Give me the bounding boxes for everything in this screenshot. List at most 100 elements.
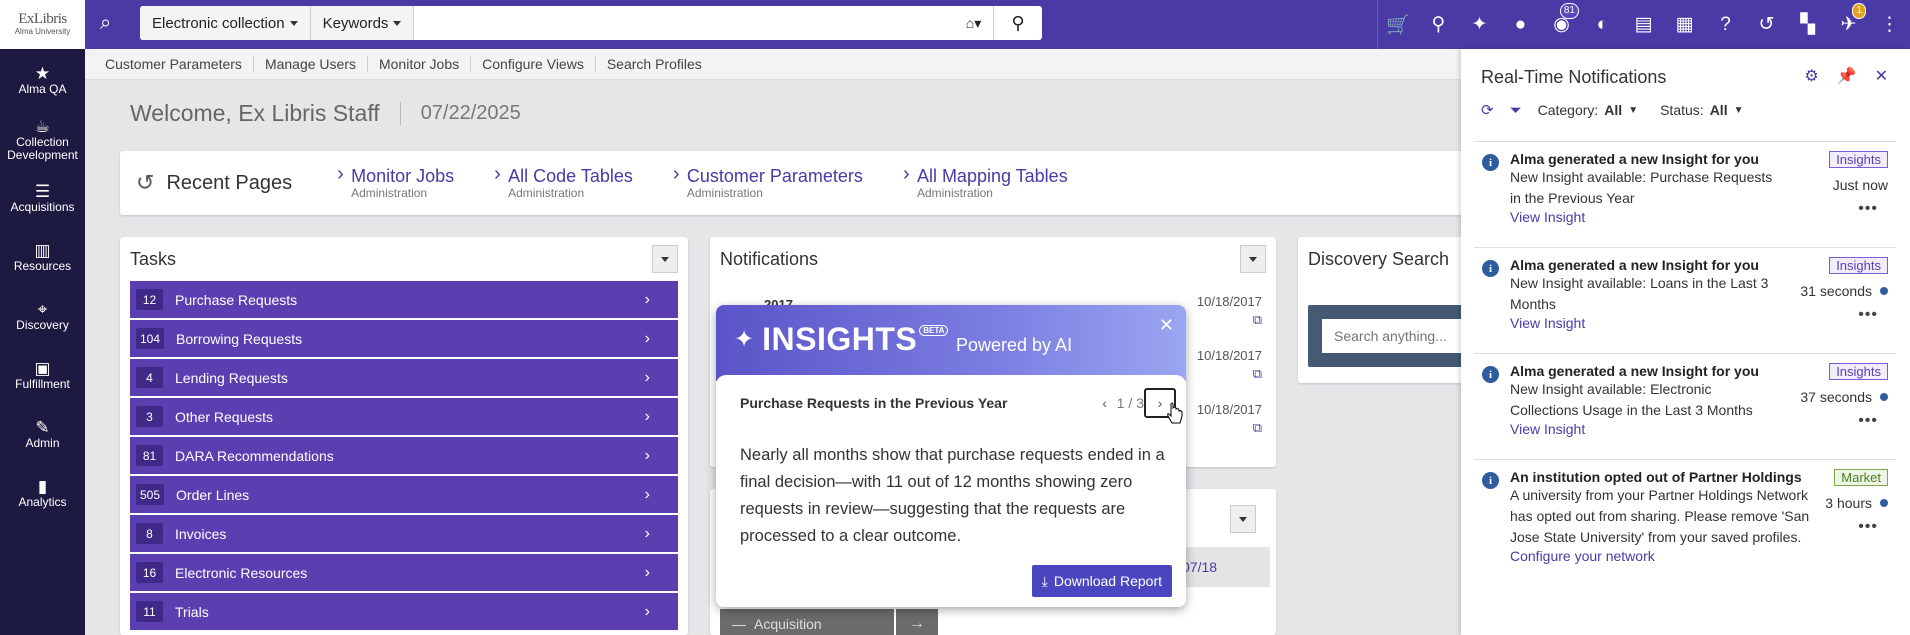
quick-link-search-profiles[interactable]: Search Profiles — [596, 56, 713, 72]
view-insight-link[interactable]: View Insight — [1510, 209, 1896, 225]
chevron-right-icon: › — [644, 368, 650, 386]
close-icon[interactable]: ✕ — [1875, 66, 1888, 86]
tasks-icon[interactable]: ◉ 81 — [1541, 0, 1582, 49]
insight-text: Nearly all months show that purchase req… — [740, 446, 1165, 545]
task-row[interactable]: 505 Order Lines › — [130, 476, 678, 513]
sidebar-item-alma-qa[interactable]: ★ Alma QA — [0, 52, 85, 111]
widget-menu-button[interactable] — [1230, 505, 1256, 533]
more-options-icon[interactable]: ••• — [1858, 518, 1878, 536]
more-options-icon[interactable]: ••• — [1858, 306, 1878, 324]
chevron-down-icon[interactable]: ▼ — [1628, 105, 1638, 116]
analytics-icon: ▮ — [37, 477, 48, 496]
insight-page-indicator: 1 / 3 — [1116, 395, 1144, 411]
ai-sparkle-icon[interactable]: ✦ — [1459, 0, 1500, 49]
user-icon[interactable]: ● — [1500, 0, 1541, 49]
insights-body: Purchase Requests in the Previous Year ‹… — [716, 375, 1186, 607]
sidebar-item-resources[interactable]: ▥ Resources — [0, 229, 85, 288]
notification-row: 10/18/2017 ⧉ — [1196, 294, 1262, 329]
sidebar-item-admin[interactable]: ✎ Admin — [0, 406, 85, 465]
sidebar-item-analytics[interactable]: ▮ Analytics — [0, 465, 85, 524]
acquisition-arrow-button[interactable]: → — [896, 609, 938, 635]
external-link-icon[interactable]: ⧉ — [1197, 419, 1262, 437]
books-icon: ▥ — [34, 241, 51, 260]
view-insight-link[interactable]: View Insight — [1510, 315, 1896, 331]
search-field-dropdown[interactable]: Keywords — [310, 6, 415, 40]
pin-icon[interactable]: 📌 — [1837, 66, 1857, 86]
quick-link-manage-users[interactable]: Manage Users — [254, 56, 368, 72]
view-insight-link[interactable]: View Insight — [1510, 421, 1896, 437]
report-icon[interactable]: ▦ — [1664, 0, 1705, 49]
rt-notification-item: i An institution opted out of Partner Ho… — [1474, 459, 1896, 595]
quick-link-configure-views[interactable]: Configure Views — [471, 56, 596, 72]
exlibris-logo[interactable]: ExLibris Alma University — [0, 0, 85, 49]
task-row[interactable]: 11 Trials › — [130, 593, 678, 630]
quick-link-monitor-jobs[interactable]: Monitor Jobs — [368, 56, 472, 72]
quick-link-customer-parameters[interactable]: Customer Parameters — [105, 56, 254, 72]
sidebar-item-collection-development[interactable]: ☕ Collection Development — [0, 111, 85, 170]
insights-dialog: ✦ INSIGHTS BETA Powered by AI ✕ Purchase… — [716, 305, 1186, 607]
main-menu: ★ Alma QA ☕ Collection Development ☰ Acquis… — [0, 49, 85, 635]
task-row[interactable]: 4 Lending Requests › — [130, 359, 678, 396]
info-icon: i — [1482, 154, 1499, 171]
acquisition-bar[interactable]: — Acquisition — [720, 609, 894, 635]
unread-dot-icon[interactable] — [1880, 499, 1888, 507]
more-vertical-icon[interactable]: ⋮ — [1869, 0, 1910, 49]
configure-network-link[interactable]: Configure your network — [1510, 548, 1896, 564]
search-input[interactable] — [414, 6, 954, 40]
notification-row: 10/18/2017 ⧉ — [1196, 402, 1262, 437]
tasks-widget: Tasks 12 Purchase Requests › 104 Borrowing … — [120, 237, 688, 635]
task-row[interactable]: 3 Other Requests › — [130, 398, 678, 435]
sidebar-item-fulfillment[interactable]: ▣ Fulfillment — [0, 347, 85, 406]
search-scope-dropdown[interactable]: Electronic collection — [140, 6, 311, 40]
more-options-icon[interactable]: ••• — [1858, 200, 1878, 218]
discovery-search-widget: Discovery Search — [1298, 237, 1508, 383]
task-row[interactable]: 81 DARA Recommendations › — [130, 437, 678, 474]
history-icon[interactable]: ↺ — [1746, 0, 1787, 49]
notification-time: 3 hours — [1825, 495, 1888, 511]
filter-icon[interactable]: ⏷ — [1510, 102, 1522, 119]
recent-link-monitor-jobs[interactable]: Monitor JobsAdministration — [337, 163, 454, 200]
location-pin-icon[interactable]: ⚲ — [1418, 0, 1459, 49]
category-filter-value[interactable]: All — [1604, 102, 1622, 118]
tasks-header: Tasks — [120, 237, 688, 281]
sidebar-item-discovery[interactable]: ⌖ Discovery — [0, 288, 85, 347]
cart-icon[interactable]: 🛒 — [1377, 0, 1418, 49]
notifications-menu-button[interactable] — [1240, 245, 1266, 273]
chevron-right-icon: › — [644, 329, 650, 347]
download-icon: ⤓ — [1041, 572, 1048, 589]
insights-tag: Insights — [1829, 363, 1888, 380]
persistent-search-icon[interactable]: ⌕ — [100, 12, 111, 35]
chevron-down-icon[interactable]: ▼ — [1734, 105, 1744, 116]
recent-link-all-mapping-tables[interactable]: All Mapping TablesAdministration — [903, 163, 1068, 200]
close-icon[interactable]: ✕ — [1159, 315, 1174, 336]
task-row[interactable]: 12 Purchase Requests › — [130, 281, 678, 318]
task-row[interactable]: 16 Electronic Resources › — [130, 554, 678, 591]
external-link-icon[interactable]: ⧉ — [1197, 311, 1262, 329]
refresh-icon[interactable]: ⟳ — [1481, 101, 1494, 119]
clipboard-icon[interactable]: ▤ — [1623, 0, 1664, 49]
task-row[interactable]: 104 Borrowing Requests › — [130, 320, 678, 357]
download-report-button[interactable]: ⤓ Download Report — [1031, 565, 1172, 597]
sidebar-item-acquisitions[interactable]: ☰ Acquisitions — [0, 170, 85, 229]
tasks-menu-button[interactable] — [652, 245, 678, 273]
gear-icon[interactable]: ⚙ — [1804, 66, 1818, 86]
help-icon[interactable]: ? — [1705, 0, 1746, 49]
beta-badge: BETA — [919, 325, 949, 336]
home-scope-icon[interactable]: ⌂▾ — [954, 6, 994, 40]
chat-icon[interactable]: ◐ — [1582, 0, 1623, 49]
rt-filters: ⟳ ⏷ Category: All ▼ Status: All ▼ — [1481, 101, 1765, 120]
recent-link-customer-parameters[interactable]: Customer ParametersAdministration — [673, 163, 863, 200]
more-options-icon[interactable]: ••• — [1858, 412, 1878, 430]
external-link-icon[interactable]: ⧉ — [1197, 365, 1262, 383]
recent-link-all-code-tables[interactable]: All Code TablesAdministration — [494, 163, 633, 200]
widgets-icon[interactable]: ▚ — [1787, 0, 1828, 49]
search-icon[interactable]: ⚲ — [994, 6, 1042, 40]
status-filter-value[interactable]: All — [1710, 102, 1728, 118]
status-filter-label: Status: — [1660, 102, 1704, 118]
unread-dot-icon[interactable] — [1880, 287, 1888, 295]
notifications-icon[interactable]: ✈ 1 — [1828, 0, 1869, 49]
powered-by-ai: Powered by AI — [956, 335, 1073, 355]
chevron-left-icon[interactable]: ‹ — [1093, 395, 1117, 411]
task-row[interactable]: 8 Invoices › — [130, 515, 678, 552]
unread-dot-icon[interactable] — [1880, 393, 1888, 401]
